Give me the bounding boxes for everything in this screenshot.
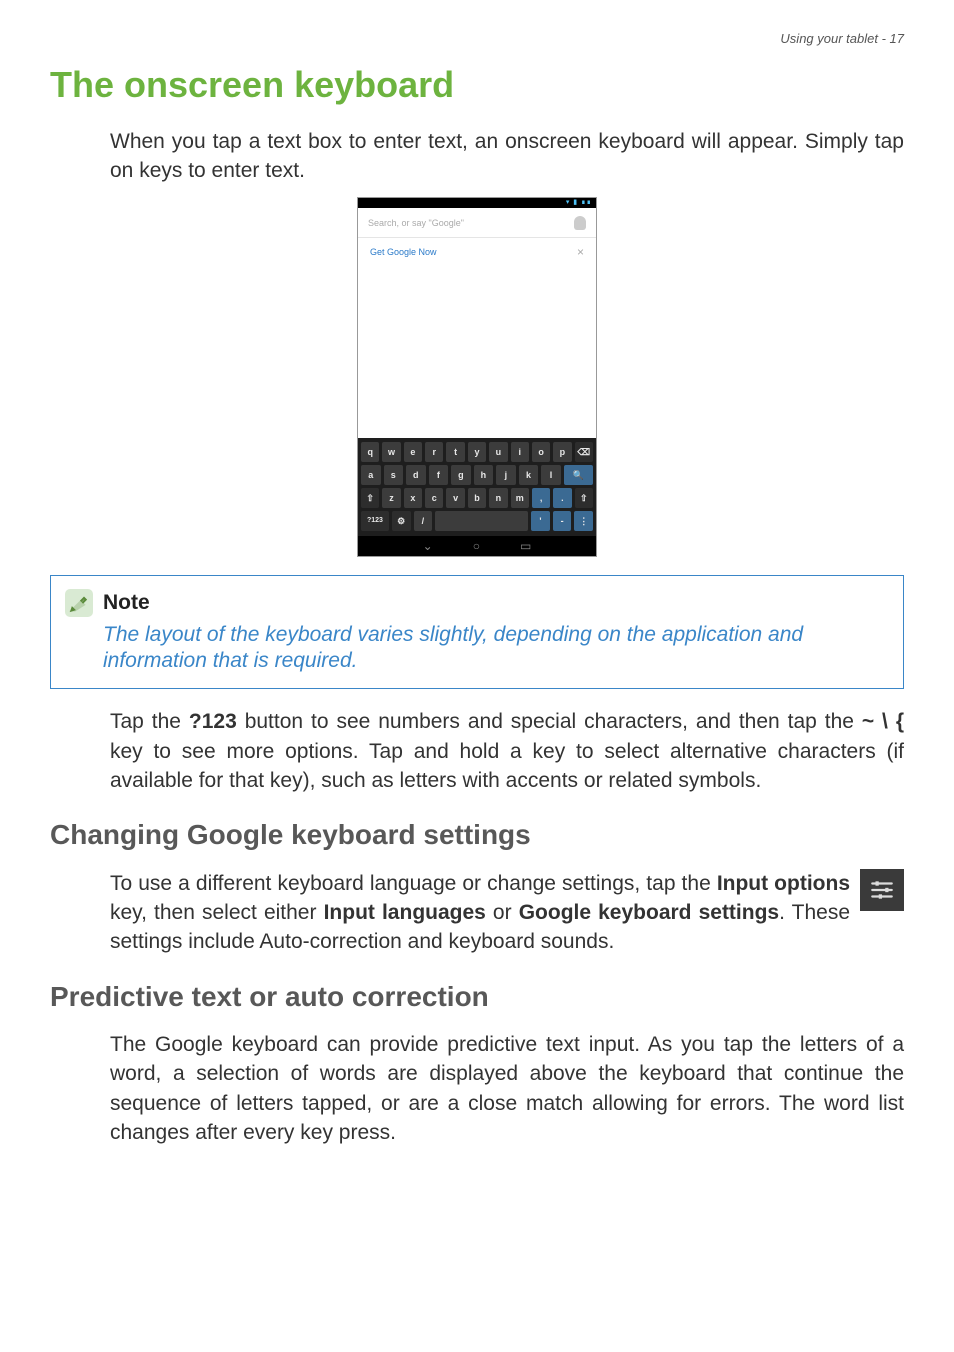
key-t: t (446, 442, 464, 462)
nav-bar: ⌄ ○ ▭ (358, 536, 596, 556)
key-g: g (451, 465, 471, 485)
search-row: Search, or say "Google" (358, 208, 596, 238)
key-d: d (406, 465, 426, 485)
para2-text-a: Tap the (110, 710, 189, 733)
keyboard-row-3: ⇧ z x c v b n m , . ⇧ (361, 488, 593, 508)
para3-text-a: To use a different keyboard language or … (110, 872, 717, 895)
key-h: h (474, 465, 494, 485)
key-k: k (519, 465, 539, 485)
key-b: b (468, 488, 486, 508)
screenshot-body (358, 266, 596, 438)
device-screenshot: ▾ ▮ ∎∎ Search, or say "Google" Get Googl… (357, 197, 597, 557)
key-i: i (511, 442, 529, 462)
note-callout: Note The layout of the keyboard varies s… (50, 575, 904, 689)
nav-recent-icon: ▭ (520, 538, 531, 555)
paragraph-predictive-text: The Google keyboard can provide predicti… (110, 1030, 904, 1148)
key-e: e (404, 442, 422, 462)
para3-bold-input-languages: Input languages (324, 901, 486, 924)
para2-button-label: ?123 (189, 710, 237, 733)
key-backspace: ⌫ (575, 442, 593, 462)
key-search: 🔍 (564, 465, 593, 485)
heading-changing-settings: Changing Google keyboard settings (50, 815, 904, 854)
page-header-breadcrumb: Using your tablet - 17 (50, 30, 904, 48)
key-s: s (384, 465, 404, 485)
key-comma: , (532, 488, 550, 508)
get-google-now-label: Get Google Now (370, 246, 437, 259)
key-v: v (446, 488, 464, 508)
key-menu: ⋮ (574, 511, 593, 531)
para3-bold-google-keyboard-settings: Google keyboard settings (519, 901, 779, 924)
section-title: The onscreen keyboard (50, 60, 904, 110)
mic-icon (574, 216, 586, 230)
keyboard-row-1: q w e r t y u i o p ⌫ (361, 442, 593, 462)
input-options-icon (860, 869, 904, 911)
key-shift-left: ⇧ (361, 488, 379, 508)
search-placeholder-text: Search, or say "Google" (368, 217, 464, 230)
key-dash: - (553, 511, 572, 531)
para3-text-d: or (486, 901, 519, 924)
key-o: o (532, 442, 550, 462)
paragraph-changing-settings: To use a different keyboard language or … (110, 869, 904, 957)
para2-key-label: ~ \ { (862, 710, 904, 733)
para3-text-c: key, then select either (110, 901, 324, 924)
key-space (435, 511, 528, 531)
key-slash: / (414, 511, 433, 531)
paragraph-symbols: Tap the ?123 button to see numbers and s… (110, 707, 904, 795)
nav-back-icon: ⌄ (423, 538, 433, 555)
key-f: f (429, 465, 449, 485)
status-icons: ▾ ▮ ∎∎ (566, 198, 592, 208)
key-m: m (511, 488, 529, 508)
intro-paragraph: When you tap a text box to enter text, a… (110, 127, 904, 186)
key-y: y (468, 442, 486, 462)
key-z: z (382, 488, 400, 508)
key-c: c (425, 488, 443, 508)
note-title: Note (103, 588, 150, 617)
para2-text-c: key to see more options. Tap and hold a … (110, 740, 904, 792)
note-icon (65, 589, 93, 617)
heading-predictive-text: Predictive text or auto correction (50, 977, 904, 1016)
key-period: . (553, 488, 571, 508)
key-symbols: ?123 (361, 511, 389, 531)
keyboard-row-4: ?123 ⚙ / ' - ⋮ (361, 511, 593, 531)
key-p: p (553, 442, 571, 462)
close-icon: × (577, 244, 584, 261)
key-a: a (361, 465, 381, 485)
get-google-now-row: Get Google Now × (358, 238, 596, 266)
note-body: The layout of the keyboard varies slight… (103, 622, 889, 675)
screenshot-figure: ▾ ▮ ∎∎ Search, or say "Google" Get Googl… (50, 197, 904, 557)
key-input-options: ⚙ (392, 511, 411, 531)
key-x: x (404, 488, 422, 508)
key-shift-right: ⇧ (575, 488, 593, 508)
para2-text-b: button to see numbers and special charac… (237, 710, 862, 733)
nav-home-icon: ○ (473, 538, 480, 555)
key-l: l (541, 465, 561, 485)
status-bar: ▾ ▮ ∎∎ (358, 198, 596, 208)
key-n: n (489, 488, 507, 508)
para3-bold-input-options: Input options (717, 872, 850, 895)
key-w: w (382, 442, 400, 462)
onscreen-keyboard: q w e r t y u i o p ⌫ a s d f g h j k (358, 438, 596, 536)
key-q: q (361, 442, 379, 462)
key-j: j (496, 465, 516, 485)
key-u: u (489, 442, 507, 462)
key-r: r (425, 442, 443, 462)
keyboard-row-2: a s d f g h j k l 🔍 (361, 465, 593, 485)
key-apostrophe: ' (531, 511, 550, 531)
